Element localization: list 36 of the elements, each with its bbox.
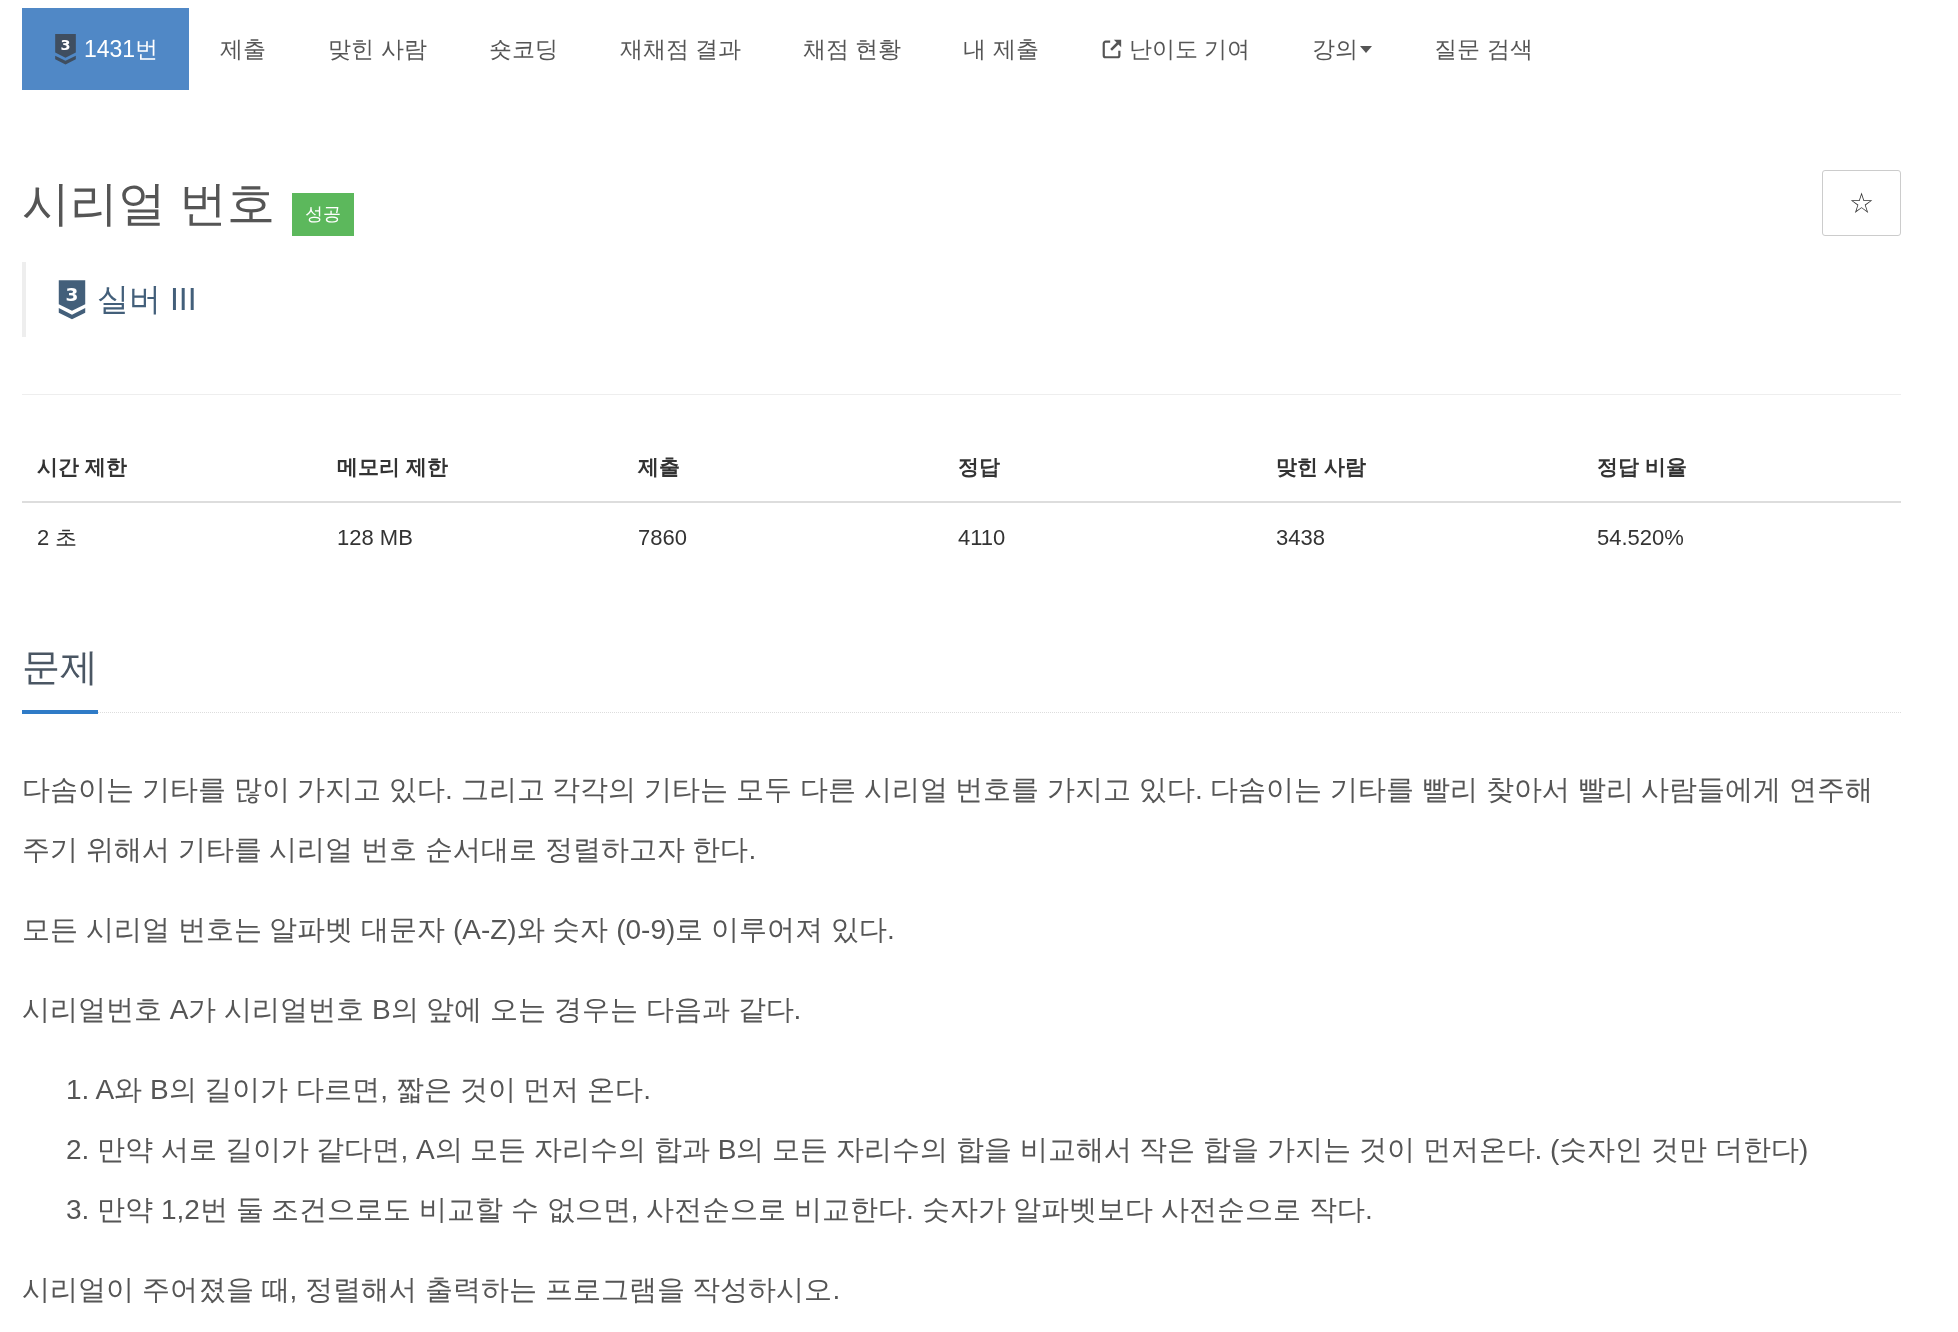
nav-tab[interactable]: 강의 — [1281, 8, 1404, 90]
paragraph: 시리얼이 주어졌을 때, 정렬해서 출력하는 프로그램을 작성하시오. — [22, 1273, 842, 1307]
column-header: 맞힌 사람 — [1275, 454, 1367, 480]
nav-tab[interactable]: 내 제출 — [932, 8, 1070, 90]
nav-tab[interactable]: 제출 — [189, 8, 298, 90]
external-link-icon — [1100, 38, 1123, 60]
nav-tab[interactable]: 숏코딩 — [457, 8, 589, 90]
column-header: 시간 제한 — [36, 454, 128, 480]
column-header: 정답 비율 — [1596, 454, 1688, 480]
list-item: 2. 만약 서로 길이가 같다면, A의 모든 자리수의 합과 B의 모든 자리수의 합을 비교해서 작은 합을 가지는 것이 먼저온다. (숫자인 것만 더한다) — [66, 1133, 1809, 1167]
star-button[interactable]: ☆ — [1822, 170, 1901, 236]
paragraph: 모든 시리얼 번호는 알파벳 대문자 (A-Z)와 숫자 (0-9)로 이루어져 있다. — [22, 913, 896, 947]
table-cell-text: 4110 — [957, 524, 1007, 552]
problem-title: 시리얼 번호 — [22, 178, 276, 230]
nav-tab[interactable]: 재채점 결과 — [588, 8, 772, 90]
table-cell-text: 7860 — [637, 524, 688, 552]
nav-tab[interactable]: 질문 검색 — [1403, 8, 1564, 90]
paragraph: 시리얼번호 A가 시리얼번호 B의 앞에 오는 경우는 다음과 같다. — [22, 993, 803, 1027]
nav-tab[interactable]: 난이도 기여 — [1069, 8, 1282, 90]
nav-tab[interactable]: 3 1431번 — [22, 8, 190, 90]
section-heading: 문제 — [22, 645, 98, 690]
list-item: 1. A와 B의 길이가 다르면, 짧은 것이 먼저 온다. — [66, 1073, 651, 1107]
caret-icon — [1360, 45, 1373, 53]
table-cell-text: 54.520% — [1596, 524, 1685, 552]
result-badge: 성공 — [292, 193, 355, 236]
column-header: 정답 — [957, 454, 1001, 480]
table-cell-text: 2 초 — [36, 524, 79, 552]
nav-tab[interactable]: 채점 현황 — [771, 8, 933, 90]
nav-tab[interactable]: 맞힌 사람 — [297, 8, 458, 90]
tier-link[interactable]: 실버 III — [97, 277, 197, 322]
column-header: 메모리 제한 — [336, 454, 449, 480]
column-header: 제출 — [637, 454, 681, 480]
table-cell-text: 128 MB — [336, 524, 414, 552]
table-cell-text: 3438 — [1275, 524, 1326, 552]
paragraph: 다솜이는 기타를 많이 가지고 있다. 그리고 각각의 기타는 모두 다른 시리얼 번호를 가지고 있다. 다솜이는 기타를 빨리 찾아서 빨리 사람들에게 연주해주기 위해서 기타를 시리얼 번호 순서대로 정렬하고자 한다. — [22, 773, 1875, 867]
list-item: 3. 만약 1,2번 둘 조건으로도 비교할 수 없으면, 사전순으로 비교한다. 숫자가 알파벳보다 사전순으로 작다. — [66, 1193, 1373, 1227]
